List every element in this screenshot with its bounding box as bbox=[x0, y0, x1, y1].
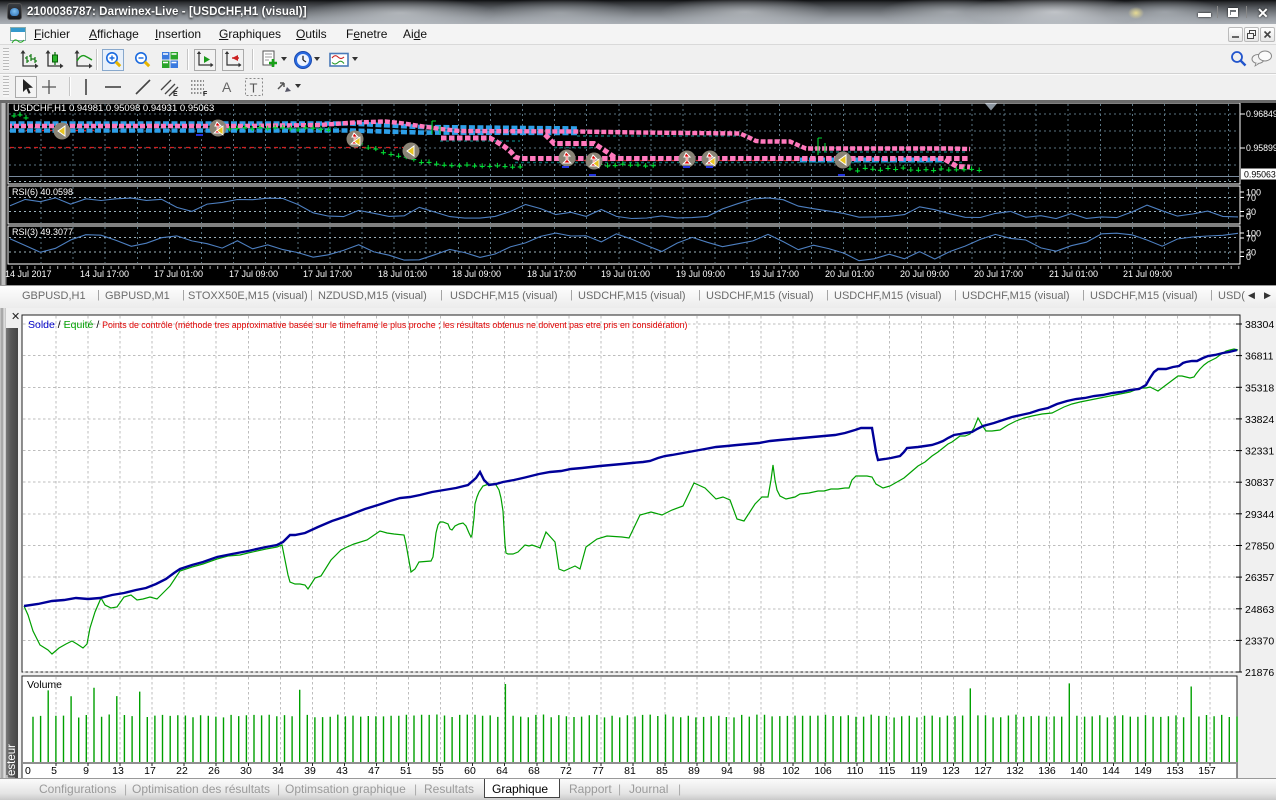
svg-text:22: 22 bbox=[176, 765, 188, 777]
svg-text:E: E bbox=[173, 91, 178, 98]
svg-text:13: 13 bbox=[112, 765, 124, 777]
svg-text:102: 102 bbox=[782, 765, 800, 777]
svg-text:17: 17 bbox=[144, 765, 156, 777]
svg-text:123: 123 bbox=[942, 765, 960, 777]
svg-text:14 Jul 17:00: 14 Jul 17:00 bbox=[80, 269, 129, 279]
svg-text:30: 30 bbox=[240, 765, 252, 777]
svg-text:33824: 33824 bbox=[1245, 414, 1274, 426]
svg-text:Solde / Equité / Points de con: Solde / Equité / Points de contrôle (mét… bbox=[28, 319, 688, 331]
svg-text:RSI(3) 49.3077: RSI(3) 49.3077 bbox=[12, 227, 73, 237]
svg-text:144: 144 bbox=[1102, 765, 1120, 777]
svg-text:19 Jul 09:00: 19 Jul 09:00 bbox=[676, 269, 725, 279]
svg-text:64: 64 bbox=[496, 765, 508, 777]
svg-text:94: 94 bbox=[721, 765, 733, 777]
svg-text:149: 149 bbox=[1134, 765, 1152, 777]
svg-text:24863: 24863 bbox=[1245, 604, 1274, 616]
svg-text:0.96849: 0.96849 bbox=[1246, 109, 1276, 119]
svg-text:A: A bbox=[222, 79, 232, 95]
svg-text:0: 0 bbox=[1246, 212, 1251, 222]
svg-text:81: 81 bbox=[624, 765, 636, 777]
svg-text:26357: 26357 bbox=[1245, 572, 1274, 584]
svg-text:17 Jul 01:00: 17 Jul 01:00 bbox=[154, 269, 203, 279]
svg-text:36811: 36811 bbox=[1245, 351, 1274, 363]
svg-text:T: T bbox=[250, 81, 258, 96]
svg-text:98: 98 bbox=[753, 765, 765, 777]
svg-text:USDCHF,H1 0.94981 0.95098 0.9: USDCHF,H1 0.94981 0.95098 0.94931 0.9506… bbox=[13, 103, 214, 114]
svg-text:14 Jul 2017: 14 Jul 2017 bbox=[5, 269, 52, 279]
svg-text:19 Jul 01:00: 19 Jul 01:00 bbox=[601, 269, 650, 279]
svg-text:85: 85 bbox=[656, 765, 668, 777]
svg-text:17 Jul 17:00: 17 Jul 17:00 bbox=[303, 269, 352, 279]
svg-text:21876: 21876 bbox=[1245, 667, 1274, 679]
svg-text:106: 106 bbox=[814, 765, 832, 777]
svg-text:26: 26 bbox=[208, 765, 220, 777]
svg-text:136: 136 bbox=[1038, 765, 1056, 777]
svg-text:55: 55 bbox=[432, 765, 444, 777]
svg-text:20 Jul 01:00: 20 Jul 01:00 bbox=[825, 269, 874, 279]
svg-text:157: 157 bbox=[1198, 765, 1216, 777]
svg-text:72: 72 bbox=[560, 765, 572, 777]
svg-text:20 Jul 17:00: 20 Jul 17:00 bbox=[974, 269, 1023, 279]
svg-text:43: 43 bbox=[336, 765, 348, 777]
svg-text:35318: 35318 bbox=[1245, 382, 1274, 394]
svg-text:0: 0 bbox=[25, 765, 31, 777]
svg-text:Volume: Volume bbox=[27, 679, 62, 691]
svg-text:18 Jul 17:00: 18 Jul 17:00 bbox=[527, 269, 576, 279]
svg-text:77: 77 bbox=[592, 765, 604, 777]
svg-text:38304: 38304 bbox=[1245, 319, 1274, 331]
svg-text:110: 110 bbox=[847, 765, 864, 777]
svg-text:0.95899: 0.95899 bbox=[1246, 143, 1276, 153]
svg-text:60: 60 bbox=[464, 765, 476, 777]
svg-text:9: 9 bbox=[83, 765, 89, 777]
svg-text:19 Jul 17:00: 19 Jul 17:00 bbox=[750, 269, 799, 279]
svg-text:68: 68 bbox=[528, 765, 540, 777]
svg-text:89: 89 bbox=[688, 765, 700, 777]
svg-text:18 Jul 01:00: 18 Jul 01:00 bbox=[378, 269, 427, 279]
svg-text:70: 70 bbox=[1246, 193, 1256, 203]
svg-text:RSI(6) 40.0598: RSI(6) 40.0598 bbox=[12, 187, 73, 197]
svg-text:132: 132 bbox=[1006, 765, 1024, 777]
svg-text:17 Jul 09:00: 17 Jul 09:00 bbox=[229, 269, 278, 279]
svg-text:20 Jul 09:00: 20 Jul 09:00 bbox=[900, 269, 949, 279]
svg-text:34: 34 bbox=[272, 765, 284, 777]
svg-text:23370: 23370 bbox=[1245, 635, 1274, 647]
svg-text:0.95063: 0.95063 bbox=[1244, 170, 1276, 180]
svg-text:30837: 30837 bbox=[1245, 477, 1274, 489]
svg-text:F: F bbox=[203, 91, 208, 98]
svg-text:21 Jul 09:00: 21 Jul 09:00 bbox=[1123, 269, 1172, 279]
svg-text:39: 39 bbox=[304, 765, 316, 777]
svg-text:70: 70 bbox=[1246, 234, 1256, 244]
svg-text:5: 5 bbox=[51, 765, 57, 777]
svg-text:21 Jul 01:00: 21 Jul 01:00 bbox=[1049, 269, 1098, 279]
svg-text:140: 140 bbox=[1070, 765, 1088, 777]
svg-text:115: 115 bbox=[879, 765, 896, 777]
svg-text:127: 127 bbox=[974, 765, 992, 777]
svg-text:18 Jul 09:00: 18 Jul 09:00 bbox=[452, 269, 501, 279]
svg-text:27850: 27850 bbox=[1245, 541, 1274, 553]
svg-text:47: 47 bbox=[368, 765, 380, 777]
svg-text:0: 0 bbox=[1246, 252, 1251, 262]
svg-text:51: 51 bbox=[400, 765, 412, 777]
svg-text:29344: 29344 bbox=[1245, 509, 1274, 521]
svg-text:119: 119 bbox=[911, 765, 928, 777]
svg-text:153: 153 bbox=[1166, 765, 1184, 777]
svg-text:32331: 32331 bbox=[1245, 446, 1274, 458]
